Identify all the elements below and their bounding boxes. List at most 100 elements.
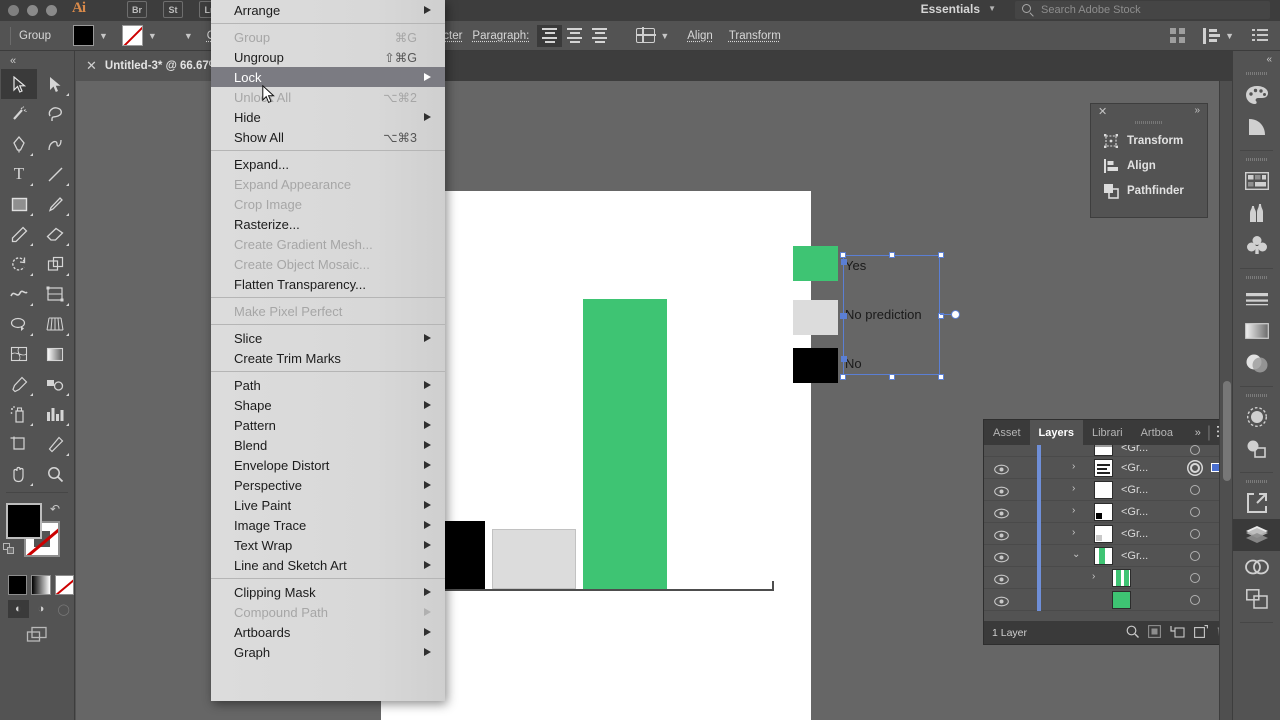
expand-layer-icon[interactable]: › [1072, 505, 1075, 516]
panel-options-icon[interactable] [1252, 29, 1268, 42]
column-graph-tool[interactable] [37, 399, 73, 429]
dock-group-grip[interactable] [1245, 72, 1268, 75]
menu-item-path[interactable]: Path [211, 375, 445, 395]
new-sublayer-icon[interactable] [1170, 625, 1185, 641]
visibility-eye-icon[interactable] [994, 506, 1009, 519]
menu-item-live-paint[interactable]: Live Paint [211, 495, 445, 515]
close-window-button[interactable] [8, 5, 19, 16]
rotate-tool[interactable] [1, 249, 37, 279]
stroke-icon[interactable] [1233, 283, 1280, 315]
menu-item-envelope-distort[interactable]: Envelope Distort [211, 455, 445, 475]
target-indicator[interactable] [1190, 573, 1200, 583]
align-left-button[interactable] [537, 24, 563, 47]
stock-icon[interactable]: St [163, 1, 183, 18]
tab-asset[interactable]: Asset [984, 420, 1030, 445]
stock-search-input[interactable]: Search Adobe Stock [1015, 1, 1270, 19]
menu-item-create-trim-marks[interactable]: Create Trim Marks [211, 348, 445, 368]
export-icon[interactable] [1233, 487, 1280, 519]
pen-tool[interactable] [1, 129, 37, 159]
menu-item-expand[interactable]: Expand... [211, 154, 445, 174]
curvature-tool[interactable] [37, 129, 73, 159]
selection-widget-handle[interactable] [951, 310, 960, 319]
table-row[interactable]: › <Gr... [984, 523, 1237, 545]
slice-tool[interactable] [37, 429, 73, 459]
symbol-sprayer-tool[interactable] [1, 399, 37, 429]
menu-item-ungroup[interactable]: Ungroup ⇧⌘G [211, 47, 445, 67]
visibility-eye-icon[interactable] [994, 572, 1009, 585]
target-indicator[interactable] [1190, 595, 1200, 605]
menu-item-rasterize[interactable]: Rasterize... [211, 214, 445, 234]
visibility-eye-icon[interactable] [994, 462, 1009, 475]
panel-item-align[interactable]: Align [1091, 153, 1207, 178]
type-tool[interactable]: T [1, 159, 37, 189]
creative-cloud-icon[interactable] [1233, 551, 1280, 583]
fill-color-box[interactable] [6, 503, 42, 539]
eyedropper-tool[interactable] [1, 369, 37, 399]
dock-group-grip[interactable] [1245, 158, 1268, 161]
layer-name[interactable]: <Gr... [1121, 484, 1148, 496]
expand-layer-icon[interactable]: › [1072, 527, 1075, 538]
menu-item-text-wrap[interactable]: Text Wrap [211, 535, 445, 555]
dock-group-grip[interactable] [1245, 480, 1268, 483]
table-row[interactable]: › <Gr... [984, 501, 1237, 523]
selection-handle-br[interactable] [938, 374, 944, 380]
layers-icon[interactable] [1233, 519, 1280, 551]
minimize-window-button[interactable] [27, 5, 38, 16]
table-row[interactable]: <Gr... [984, 445, 1237, 467]
selection-handle-tc[interactable] [889, 252, 895, 258]
expand-layer-icon[interactable]: › [1072, 461, 1075, 472]
table-row[interactable]: ⌄ <Gr... [984, 545, 1237, 567]
selection-handle-tl[interactable] [840, 252, 846, 258]
layer-thumbnail[interactable] [1094, 459, 1113, 477]
stroke-chevron-down-icon[interactable]: ▼ [148, 31, 157, 41]
target-indicator[interactable] [1190, 485, 1200, 495]
tabs-overflow-icon[interactable]: » [1195, 427, 1201, 439]
perspective-grid-tool[interactable] [37, 309, 73, 339]
layer-thumbnail[interactable] [1094, 445, 1113, 456]
draw-normal-icon[interactable]: ◐ [8, 600, 29, 618]
transparency-icon[interactable] [1233, 347, 1280, 379]
menu-item-artboards[interactable]: Artboards [211, 622, 445, 642]
table-row[interactable]: › <Gr... [984, 457, 1237, 479]
selection-handle-tr[interactable] [938, 252, 944, 258]
menu-item-image-trace[interactable]: Image Trace [211, 515, 445, 535]
scale-tool[interactable] [37, 249, 73, 279]
align-right-button[interactable] [587, 25, 612, 47]
menu-item-show-all[interactable]: Show All ⌥⌘3 [211, 127, 445, 147]
magic-wand-tool[interactable] [1, 99, 37, 129]
selection-tool[interactable] [1, 69, 37, 99]
table-row[interactable]: › <Gr... [984, 479, 1237, 501]
selection-bounding-box[interactable] [840, 252, 944, 380]
pencil-tool[interactable] [1, 219, 37, 249]
bar-no-prediction[interactable] [492, 529, 576, 589]
menu-item-graph[interactable]: Graph [211, 642, 445, 662]
expand-layer-icon[interactable]: › [1092, 571, 1095, 582]
arrange-documents-icon[interactable] [1170, 28, 1186, 43]
expand-panel-icon[interactable]: » [1194, 105, 1200, 116]
layer-thumbnail[interactable] [1094, 547, 1113, 565]
paragraph-label[interactable]: Paragraph: [472, 30, 529, 42]
direct-selection-tool[interactable] [37, 69, 73, 99]
selection-handle-bc[interactable] [889, 374, 895, 380]
color-button[interactable] [8, 575, 28, 595]
expand-layer-icon[interactable]: › [1072, 483, 1075, 494]
close-icon[interactable]: ✕ [86, 58, 97, 74]
tab-artboards[interactable]: Artboa [1131, 420, 1182, 445]
screen-mode-icon[interactable] [0, 618, 74, 644]
menu-item-hide[interactable]: Hide [211, 107, 445, 127]
toolbar-collapse-button[interactable]: « [0, 51, 74, 69]
visibility-eye-icon[interactable] [994, 594, 1009, 607]
layer-thumbnail[interactable] [1094, 525, 1113, 543]
fill-chevron-down-icon[interactable]: ▼ [99, 31, 108, 41]
window-controls[interactable] [8, 5, 57, 16]
envelope-distort-icon[interactable] [636, 27, 657, 43]
visibility-eye-icon[interactable] [994, 528, 1009, 541]
menu-item-lock[interactable]: Lock [211, 67, 445, 87]
align-center-button[interactable] [562, 25, 587, 47]
none-button[interactable] [54, 575, 74, 595]
menu-item-clipping-mask[interactable]: Clipping Mask [211, 582, 445, 602]
lasso-tool[interactable] [37, 99, 73, 129]
menu-item-shape[interactable]: Shape [211, 395, 445, 415]
layer-name[interactable]: <Gr... [1121, 445, 1148, 454]
panel-item-transform[interactable]: Transform [1091, 128, 1207, 153]
